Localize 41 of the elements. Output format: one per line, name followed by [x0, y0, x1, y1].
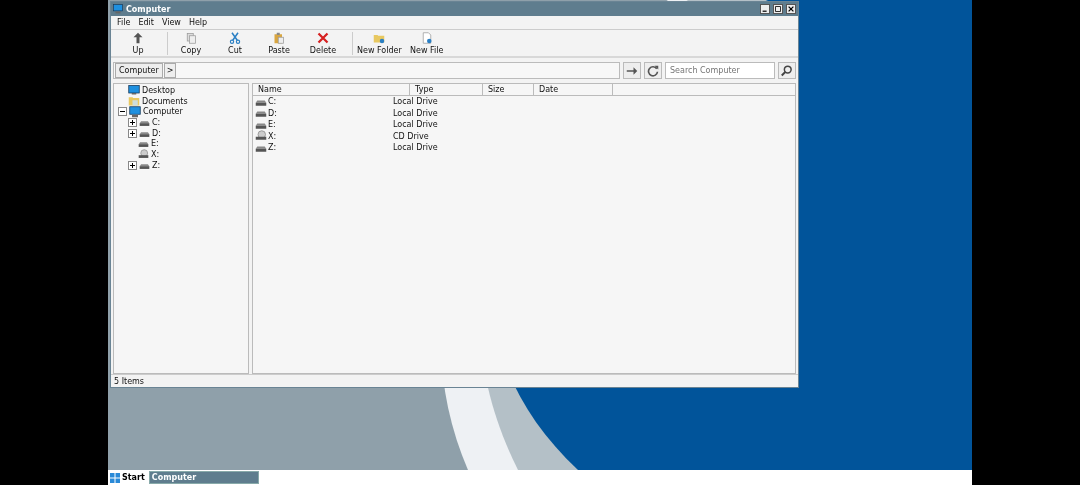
toolbar-button[interactable]: Paste — [260, 31, 298, 55]
tree-item[interactable]: D: — [152, 128, 161, 138]
toolbar-button[interactable]: New Folder — [357, 31, 402, 55]
column-header[interactable]: Size — [483, 84, 534, 95]
column-header[interactable]: Name — [253, 84, 410, 95]
menu-item[interactable]: Edit — [134, 18, 158, 27]
file-type: Local Drive — [393, 143, 438, 153]
toolbar-button[interactable]: New File — [407, 31, 446, 55]
file-type: Local Drive — [393, 97, 438, 107]
window-title: Computer — [126, 4, 172, 14]
breadcrumb-separator[interactable]: > — [163, 63, 177, 78]
column-header[interactable]: Type — [410, 84, 483, 95]
file-name[interactable]: C: — [268, 97, 277, 107]
file-type: Local Drive — [393, 120, 438, 130]
taskbar-button[interactable]: Computer — [148, 471, 259, 484]
tree-item[interactable]: E: — [151, 139, 159, 149]
tree-item[interactable]: Computer — [143, 107, 183, 117]
toolbar-button[interactable]: Copy — [172, 31, 210, 55]
start-button[interactable]: Start — [108, 472, 147, 483]
toolbar-button[interactable]: Cut — [216, 31, 254, 55]
status-text: 5 Items — [114, 377, 144, 386]
file-name[interactable]: E: — [268, 120, 276, 130]
file-type: CD Drive — [393, 131, 429, 141]
search-field[interactable]: Search Computer — [665, 62, 775, 79]
file-name[interactable]: D: — [268, 108, 277, 118]
tree-item[interactable]: C: — [152, 117, 161, 127]
file-name[interactable]: X: — [268, 131, 277, 141]
breadcrumb[interactable]: Computer — [115, 63, 163, 78]
toolbar-button[interactable]: Delete — [304, 31, 342, 55]
file-type: Local Drive — [393, 108, 438, 118]
file-name[interactable]: Z: — [268, 143, 277, 153]
tree-item[interactable]: Desktop — [142, 85, 175, 95]
tree-item[interactable]: Documents — [142, 96, 188, 106]
menu-item[interactable]: Help — [184, 18, 212, 27]
tree-item[interactable]: Z: — [152, 160, 161, 170]
address-bar[interactable]: Computer > — [113, 62, 620, 79]
menu-item[interactable]: File — [113, 18, 135, 27]
column-header[interactable]: Date — [534, 84, 613, 95]
tree-item[interactable]: X: — [151, 149, 160, 159]
toolbar-button[interactable]: Up — [119, 31, 157, 55]
menu-item[interactable]: View — [157, 18, 185, 27]
